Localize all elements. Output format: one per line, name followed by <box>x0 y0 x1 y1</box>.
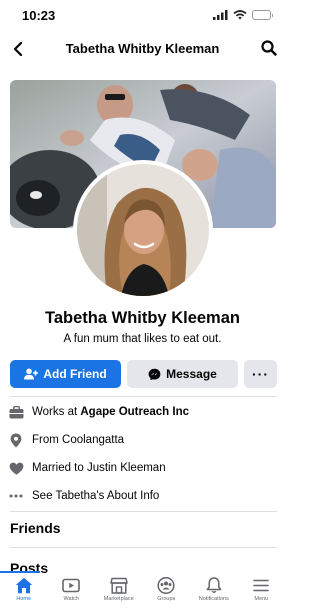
tab-home[interactable]: Home <box>0 573 48 608</box>
divider <box>10 396 277 397</box>
message-button[interactable]: Message <box>127 360 238 388</box>
wifi-icon <box>233 10 247 20</box>
tab-menu-label: Menu <box>254 596 269 602</box>
tab-home-label: Home <box>16 596 32 602</box>
video-icon <box>62 578 81 593</box>
heart-icon <box>8 460 24 476</box>
menu-icon <box>253 579 270 592</box>
profile-actions: Add Friend Message ··· <box>10 360 277 388</box>
avatar-image <box>77 164 209 296</box>
detail-hometown-text: From Coolangatta <box>32 434 125 446</box>
profile-bio: A fun mum that likes to eat out. <box>63 333 222 345</box>
briefcase-icon <box>8 404 24 420</box>
back-button[interactable] <box>8 39 28 59</box>
signal-icon <box>213 10 228 20</box>
profile-name: Tabetha Whitby Kleeman <box>45 309 240 327</box>
detail-work: Works at Agape Outreach Inc <box>8 403 189 421</box>
marketplace-icon <box>110 577 128 594</box>
divider <box>10 511 277 512</box>
tab-marketplace-label: Marketplace <box>103 596 134 602</box>
nav-bar: Tabetha Whitby Kleeman <box>0 32 285 66</box>
message-label: Message <box>166 367 217 381</box>
workplace-link[interactable]: Agape Outreach Inc <box>80 406 189 418</box>
profile-picture[interactable] <box>73 160 213 300</box>
page-title: Tabetha Whitby Kleeman <box>65 41 220 56</box>
more-dots-icon <box>8 488 24 504</box>
bottom-tab-bar: Home Watch Marketplace Groups Notificati… <box>0 573 285 608</box>
tab-notifications-label: Notifications <box>198 596 229 602</box>
search-button[interactable] <box>259 38 279 58</box>
location-pin-icon <box>8 432 24 448</box>
more-options-button[interactable]: ··· <box>244 360 277 388</box>
status-icons <box>213 10 273 20</box>
detail-work-text: Works at Agape Outreach Inc <box>32 406 189 418</box>
divider <box>10 547 277 548</box>
battery-icon <box>252 10 273 20</box>
tab-watch[interactable]: Watch <box>48 573 96 608</box>
add-friend-label: Add Friend <box>43 367 107 381</box>
tab-marketplace[interactable]: Marketplace <box>95 573 143 608</box>
groups-icon <box>157 577 175 594</box>
tab-groups-label: Groups <box>157 596 176 602</box>
detail-relationship-text: Married to Justin Kleeman <box>32 462 166 474</box>
tab-notifications[interactable]: Notifications <box>190 573 238 608</box>
add-person-icon <box>24 368 39 380</box>
tab-groups[interactable]: Groups <box>143 573 191 608</box>
more-options-label: ··· <box>252 366 269 382</box>
search-icon <box>261 40 277 56</box>
see-about-info-text: See Tabetha's About Info <box>32 490 160 502</box>
friends-section-title[interactable]: Friends <box>10 520 61 536</box>
add-friend-button[interactable]: Add Friend <box>10 360 121 388</box>
status-time: 10:23 <box>22 8 56 23</box>
bell-icon <box>206 577 222 594</box>
tab-watch-label: Watch <box>63 596 79 602</box>
status-bar: 10:23 <box>0 0 285 32</box>
detail-hometown: From Coolangatta <box>8 431 124 449</box>
chevron-left-icon <box>13 42 23 56</box>
avatar <box>77 164 209 296</box>
messenger-icon <box>148 368 161 380</box>
tab-menu[interactable]: Menu <box>238 573 286 608</box>
home-icon <box>15 577 32 594</box>
detail-relationship: Married to Justin Kleeman <box>8 459 166 477</box>
see-about-info[interactable]: See Tabetha's About Info <box>8 487 159 505</box>
